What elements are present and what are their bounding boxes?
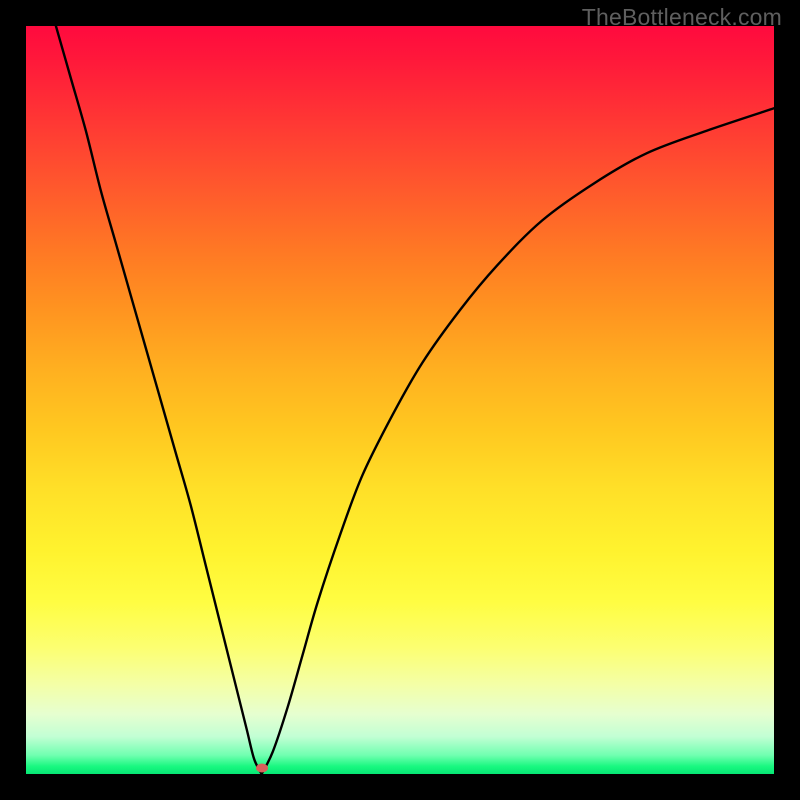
watermark-text: TheBottleneck.com — [582, 4, 782, 31]
plot-area — [26, 26, 774, 774]
chart-frame: TheBottleneck.com — [0, 0, 800, 800]
bottleneck-curve — [26, 26, 774, 774]
optimum-marker — [256, 764, 268, 773]
